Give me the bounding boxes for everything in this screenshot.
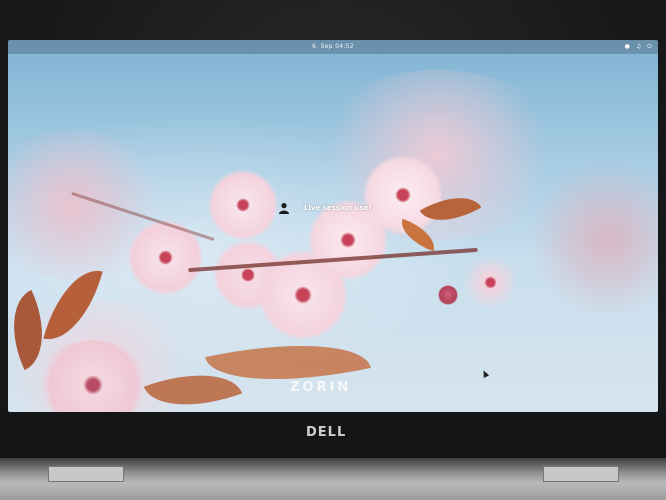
top-bar: 6. Sep 04:52 ● ♫ ⏻ xyxy=(8,40,658,54)
hinge-slot-left xyxy=(48,466,124,482)
power-icon[interactable]: ⏻ xyxy=(647,40,652,54)
username-label: Live session user xyxy=(304,204,372,212)
manufacturer-logo: DELL xyxy=(306,425,347,440)
user-item-live-session[interactable]: Live session user xyxy=(278,200,398,218)
login-screen: 6. Sep 04:52 ● ♫ ⏻ Live session user ZOR… xyxy=(8,40,658,412)
brand-watermark: ZORIN xyxy=(290,380,352,395)
user-list: Live session user xyxy=(278,200,398,240)
system-tray[interactable]: ● ♫ ⏻ xyxy=(625,40,652,54)
volume-icon[interactable]: ♫ xyxy=(636,40,641,54)
network-icon[interactable]: ● xyxy=(625,40,630,54)
user-avatar-icon xyxy=(279,203,289,214)
clock[interactable]: 6. Sep 04:52 xyxy=(8,40,658,54)
hinge-slot-right xyxy=(543,466,619,482)
